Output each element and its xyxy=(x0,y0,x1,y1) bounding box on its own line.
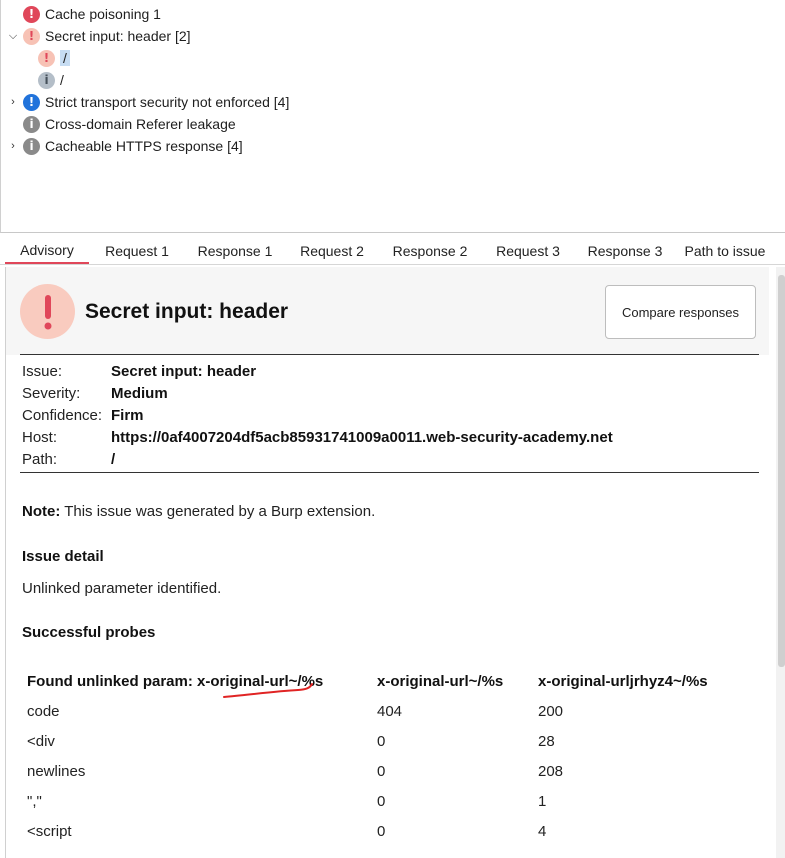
high-severity-icon: ! xyxy=(23,5,40,23)
medium-severity-icon xyxy=(20,284,75,339)
scrollbar-thumb[interactable] xyxy=(778,275,785,667)
expand-chevron-icon[interactable]: › xyxy=(8,92,18,112)
tree-item-secret-input-header[interactable]: ! Secret input: header [2] xyxy=(23,26,191,46)
tab-response-3[interactable]: Response 3 xyxy=(575,237,675,264)
table-cell: <script xyxy=(27,823,72,840)
issue-tree[interactable]: ! Cache poisoning 1 ⌵ ! Secret input: he… xyxy=(0,0,785,233)
table-cell: newlines xyxy=(27,763,86,780)
tree-item-referer-leakage[interactable]: i Cross-domain Referer leakage xyxy=(23,114,236,134)
tab-request-1[interactable]: Request 1 xyxy=(89,237,185,264)
tab-path-to-issue[interactable]: Path to issue xyxy=(675,237,775,264)
tab-request-3[interactable]: Request 3 xyxy=(481,237,575,264)
tab-response-1[interactable]: Response 1 xyxy=(185,237,285,264)
info-icon: i xyxy=(38,71,55,89)
page-title: Secret input: header xyxy=(85,300,289,323)
table-cell: 1 xyxy=(538,793,547,810)
tree-item-strict-transport[interactable]: ! Strict transport security not enforced… xyxy=(23,92,289,112)
table-cell: "," xyxy=(27,793,42,810)
table-cell: 0 xyxy=(377,823,386,840)
table-cell: <div xyxy=(27,733,55,750)
divider xyxy=(20,354,759,355)
medium-severity-icon: ! xyxy=(23,27,40,45)
table-header: x-original-urljrhyz4~/%s xyxy=(538,673,708,690)
info-icon: i xyxy=(23,115,40,133)
table-cell: 4 xyxy=(538,823,547,840)
collapse-chevron-icon[interactable]: ⌵ xyxy=(8,26,18,46)
successful-probes-heading: Successful probes xyxy=(22,624,156,641)
tab-response-2[interactable]: Response 2 xyxy=(379,237,481,264)
tree-item-label: Cache poisoning 1 xyxy=(45,6,161,22)
low-severity-icon: ! xyxy=(23,93,40,111)
tree-item-cacheable-https[interactable]: i Cacheable HTTPS response [4] xyxy=(23,136,243,156)
vertical-scrollbar[interactable] xyxy=(776,267,785,858)
advisory-panel: Secret input: header Compare responses I… xyxy=(5,267,785,858)
note-text: Note: This issue was generated by a Burp… xyxy=(22,503,375,520)
tab-advisory[interactable]: Advisory xyxy=(5,237,89,264)
tree-item-cache-poisoning[interactable]: ! Cache poisoning 1 xyxy=(23,4,161,24)
table-cell: 0 xyxy=(377,763,386,780)
table-cell: 28 xyxy=(538,733,555,750)
divider xyxy=(20,472,759,473)
host-value: https://0af4007204df5acb85931741009a0011… xyxy=(111,429,613,446)
info-icon: i xyxy=(23,137,40,155)
advisory-header: Secret input: header Compare responses xyxy=(6,267,769,355)
severity-value: Medium xyxy=(111,385,168,402)
path-value: / xyxy=(111,451,116,468)
host-label: Host: xyxy=(22,429,58,446)
tree-item-label: / xyxy=(60,50,70,66)
tree-item-path[interactable]: i / xyxy=(38,70,64,90)
table-cell: code xyxy=(27,703,60,720)
confidence-label: Confidence: xyxy=(22,407,103,424)
table-cell: 0 xyxy=(377,793,386,810)
tab-bar: Advisory Request 1 Response 1 Request 2 … xyxy=(0,237,785,265)
issue-label: Issue: xyxy=(22,363,63,380)
issue-value: Secret input: header xyxy=(111,363,257,380)
confidence-value: Firm xyxy=(111,407,144,424)
table-cell: 404 xyxy=(377,703,403,720)
tree-item-label: Secret input: header [2] xyxy=(45,28,191,44)
table-header: x-original-url~/%s xyxy=(377,673,504,690)
compare-responses-button[interactable]: Compare responses xyxy=(605,285,756,339)
severity-label: Severity: xyxy=(22,385,81,402)
tree-item-label: Cacheable HTTPS response [4] xyxy=(45,138,243,154)
table-cell: 208 xyxy=(538,763,564,780)
expand-chevron-icon[interactable]: › xyxy=(8,136,18,156)
tree-item-label: Cross-domain Referer leakage xyxy=(45,116,236,132)
note-body: This issue was generated by a Burp exten… xyxy=(60,503,376,520)
issue-detail-heading: Issue detail xyxy=(22,548,104,565)
table-cell: 0 xyxy=(377,733,386,750)
note-label: Note: xyxy=(22,503,61,520)
table-cell: 200 xyxy=(538,703,564,720)
tree-item-label: Strict transport security not enforced [… xyxy=(45,94,290,110)
red-underline-annotation xyxy=(223,683,313,698)
tree-item-path-selected[interactable]: ! / xyxy=(38,48,70,68)
path-label: Path: xyxy=(22,451,58,468)
tab-request-2[interactable]: Request 2 xyxy=(285,237,379,264)
issue-detail-text: Unlinked parameter identified. xyxy=(22,580,222,597)
medium-severity-icon: ! xyxy=(38,49,55,67)
tree-item-label: / xyxy=(60,72,64,88)
